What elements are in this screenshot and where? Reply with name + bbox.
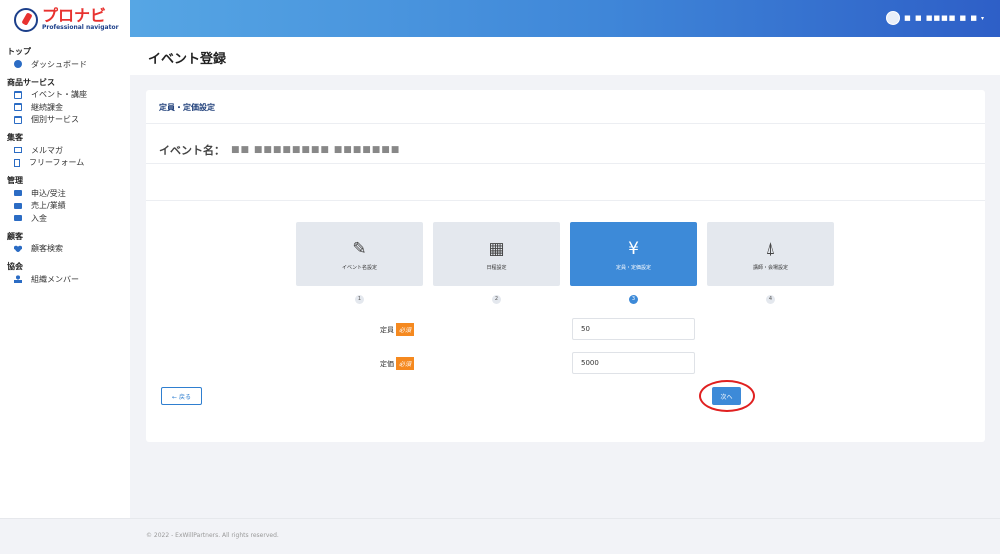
step-wizard: ✎ イベント名設定 1 ▦ 日程設定 2 ¥ 定員・定価設定 3 ⍋ 講師・会場…	[296, 222, 844, 304]
step-number: 3	[629, 295, 638, 304]
calendar-icon: ▦	[488, 238, 505, 259]
box-icon	[14, 202, 22, 209]
step-label: イベント名設定	[341, 264, 377, 271]
brand-title: プロナビ	[42, 6, 107, 25]
nav-section-top: トップ ダッシュボード	[0, 46, 130, 71]
section-title: 定員・定価設定	[146, 90, 985, 124]
step-1[interactable]: ✎ イベント名設定 1	[296, 222, 423, 304]
required-badge: 必須	[396, 357, 415, 370]
nav-heading: 商品サービス	[7, 77, 55, 87]
event-name-label: イベント名：	[159, 143, 225, 157]
sidebar-item-label: 継続課金	[31, 102, 63, 112]
sidebar-item-label: 個別サービス	[31, 115, 79, 125]
sidebar-item-label: 顧客検索	[31, 244, 63, 254]
page-title: イベント登録	[148, 52, 227, 67]
copyright: © 2022 - ExWillPartners. All rights rese…	[146, 532, 279, 539]
users-icon	[14, 244, 22, 253]
compass-logo-icon	[14, 8, 38, 32]
sidebar-item-label: 入金	[31, 213, 47, 223]
calendar-icon	[14, 115, 22, 124]
nav-section-marketing: 集客 メルマガ フリーフォーム	[0, 132, 130, 169]
capacity-row: 定員 必須	[146, 318, 985, 340]
box-icon	[14, 215, 22, 222]
nav-heading: 管理	[7, 176, 23, 185]
sidebar-item-label: メルマガ	[31, 145, 63, 155]
avatar	[886, 11, 901, 25]
user-name: ■ ■ ■■■■ ■ ■	[904, 14, 978, 22]
mail-icon	[14, 147, 22, 154]
sidebar-item-label: 組織メンバー	[31, 274, 79, 284]
event-name-value: ■■ ■■■■■■■■ ■■■■■■■	[231, 144, 401, 155]
sidebar-item-orders[interactable]: 申込/受注	[0, 187, 130, 200]
step-label: 講師・会場設定	[752, 264, 788, 271]
price-input[interactable]	[572, 352, 695, 374]
nav-heading: 顧客	[7, 231, 23, 241]
document-icon	[14, 158, 20, 167]
sidebar-item-subscription[interactable]: 継続課金	[0, 101, 130, 114]
sidebar: プロナビ Professional navigator トップ ダッシュボード …	[0, 0, 130, 518]
user-icon	[14, 275, 22, 284]
next-button[interactable]: 次へ	[712, 387, 741, 405]
box-icon	[14, 190, 22, 197]
step-label: 日程設定	[486, 264, 507, 271]
price-row: 定価 必須	[146, 352, 985, 374]
capacity-label: 定員	[380, 325, 394, 334]
yen-icon: ¥	[628, 238, 639, 259]
title-bar: イベント登録	[130, 37, 1000, 75]
price-label: 定価	[380, 359, 394, 368]
step-number: 2	[492, 295, 501, 304]
step-3[interactable]: ¥ 定員・定価設定 3	[570, 222, 697, 304]
brand-subtitle: Professional navigator	[42, 24, 119, 31]
brand-logo[interactable]: プロナビ Professional navigator	[0, 0, 130, 40]
step-number: 4	[766, 295, 775, 304]
footer: © 2022 - ExWillPartners. All rights rese…	[130, 518, 1000, 554]
nav-heading: 集客	[7, 133, 23, 142]
sidebar-item-dashboard[interactable]: ダッシュボード	[0, 58, 130, 71]
sidebar-item-label: 申込/受注	[31, 188, 66, 198]
nav-heading: 協会	[7, 262, 23, 271]
required-badge: 必須	[396, 323, 415, 336]
step-number: 1	[355, 295, 364, 304]
nav-section-products: 商品サービス イベント・講座 継続課金 個別サービス	[0, 77, 130, 127]
top-header: ■ ■ ■■■■ ■ ■ ▾	[130, 0, 1000, 37]
capacity-input[interactable]	[572, 318, 695, 340]
sidebar-item-label: ダッシュボード	[31, 59, 87, 69]
event-name-row: イベント名： ■■ ■■■■■■■■ ■■■■■■■	[146, 124, 985, 164]
user-menu[interactable]: ■ ■ ■■■■ ■ ■ ▾	[886, 11, 984, 25]
sidebar-item-free-form[interactable]: フリーフォーム	[0, 157, 130, 170]
back-button[interactable]: ← 戻る	[161, 387, 202, 405]
calendar-icon	[14, 103, 22, 112]
main-card: 定員・定価設定 イベント名： ■■ ■■■■■■■■ ■■■■■■■ ✎ イベン…	[146, 90, 985, 442]
sidebar-item-label: フリーフォーム	[29, 158, 85, 168]
edit-icon: ✎	[352, 238, 367, 259]
dashboard-icon	[14, 60, 22, 69]
nav-section-association: 協会 組織メンバー	[0, 261, 130, 286]
chevron-down-icon: ▾	[980, 14, 984, 22]
nav-section-customers: 顧客 顧客検索	[0, 231, 130, 256]
sidebar-item-individual-service[interactable]: 個別サービス	[0, 114, 130, 127]
footer-left	[0, 518, 130, 554]
sidebar-item-customer-search[interactable]: 顧客検索	[0, 243, 130, 256]
sidebar-item-label: 売上/業績	[31, 201, 66, 211]
sidebar-item-events[interactable]: イベント・講座	[0, 89, 130, 102]
sidebar-item-newsletter[interactable]: メルマガ	[0, 144, 130, 157]
divider	[146, 164, 985, 201]
sidebar-item-sales[interactable]: 売上/業績	[0, 200, 130, 213]
nav-heading: トップ	[7, 47, 31, 56]
sidebar-item-payments[interactable]: 入金	[0, 212, 130, 225]
step-2[interactable]: ▦ 日程設定 2	[433, 222, 560, 304]
nav-section-management: 管理 申込/受注 売上/業績 入金	[0, 175, 130, 225]
sidebar-item-members[interactable]: 組織メンバー	[0, 273, 130, 286]
step-4[interactable]: ⍋ 講師・会場設定 4	[707, 222, 834, 304]
calendar-icon	[14, 90, 22, 99]
sidebar-item-label: イベント・講座	[31, 90, 87, 100]
location-icon: ⍋	[765, 238, 776, 259]
step-label: 定員・定価設定	[615, 264, 651, 271]
